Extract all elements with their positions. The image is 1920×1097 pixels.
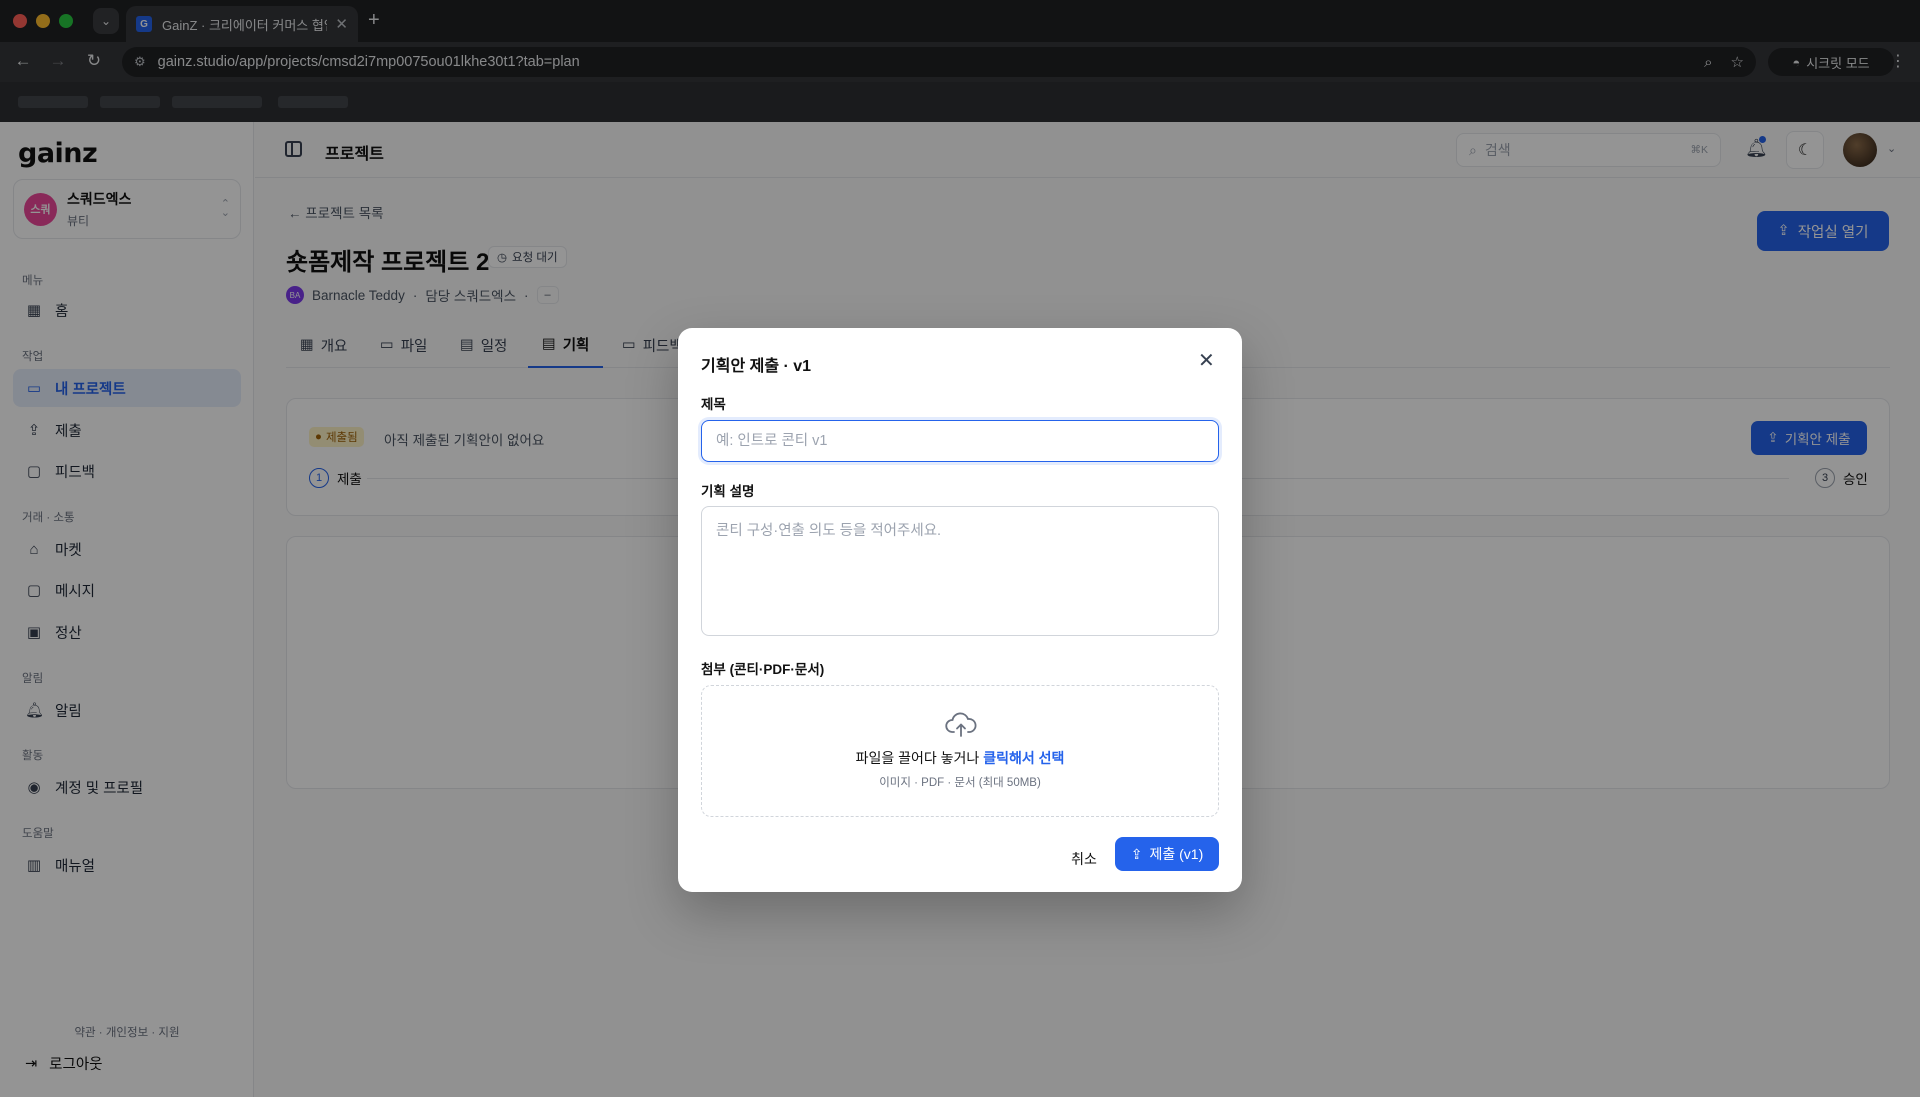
modal-title: 기획안 제출 · v1 [701, 358, 812, 375]
cancel-button[interactable]: 취소 [1059, 842, 1109, 875]
file-dropzone[interactable]: 파일을 끌어다 놓거나 클릭해서 선택 이미지 · PDF · 문서 (최대 5… [701, 685, 1219, 817]
attachment-field-label: 첨부 (콘티·PDF·문서) [701, 662, 825, 677]
description-textarea[interactable] [701, 506, 1219, 636]
title-input[interactable] [701, 420, 1219, 462]
dropzone-text: 파일을 끌어다 놓거나 클릭해서 선택 [702, 748, 1218, 768]
submit-plan-modal: 기획안 제출 · v1 ✕ 제목 기획 설명 첨부 (콘티·PDF·문서) 파일… [678, 328, 1242, 892]
submit-label: 제출 (v1) [1149, 846, 1204, 862]
upload-icon: ⇪ [1130, 845, 1143, 862]
dropzone-hint: 이미지 · PDF · 문서 (최대 50MB) [879, 777, 1041, 789]
description-field-label: 기획 설명 [701, 484, 755, 499]
cloud-upload-icon [945, 712, 977, 737]
dropzone-select-link[interactable]: 클릭해서 선택 [983, 750, 1064, 766]
dropzone-instruction: 파일을 끌어다 놓거나 [855, 750, 980, 766]
title-field-label: 제목 [701, 397, 726, 412]
submit-button[interactable]: ⇪ 제출 (v1) [1115, 837, 1219, 871]
close-icon[interactable]: ✕ [1198, 348, 1215, 373]
